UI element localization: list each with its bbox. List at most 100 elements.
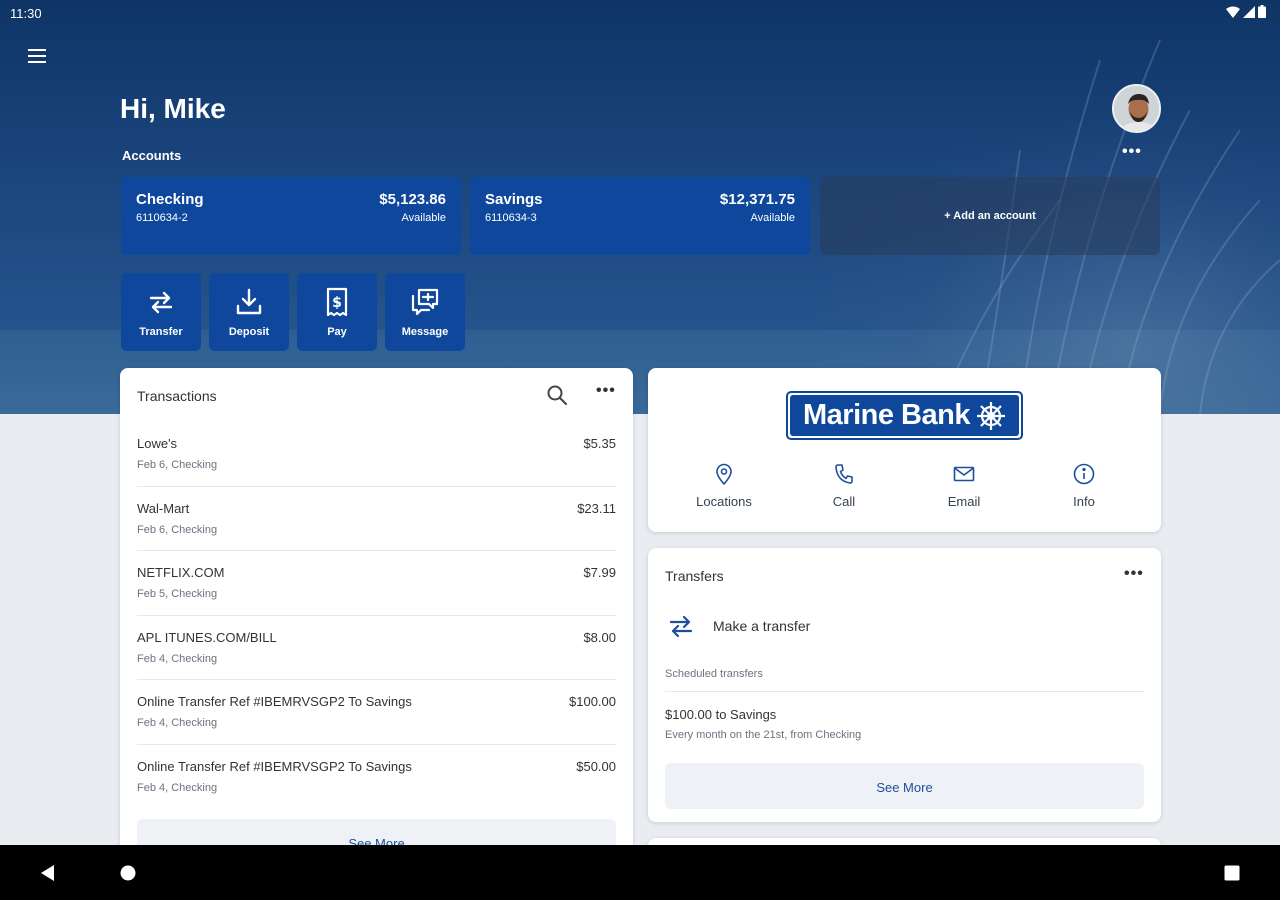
- balance-label: Available: [401, 212, 446, 224]
- pay-icon: $: [326, 287, 348, 317]
- transfers-title: Transfers: [665, 568, 724, 584]
- transaction-amount: $5.35: [583, 436, 616, 451]
- bank-logo: Marine Bank: [786, 391, 1023, 440]
- action-label: Pay: [327, 326, 347, 338]
- account-number: 6110634-3: [485, 212, 537, 224]
- transaction-row[interactable]: Lowe's Feb 6, Checking $5.35: [137, 422, 616, 487]
- message-icon: [411, 288, 439, 316]
- transactions-card: Transactions ••• Lowe's Feb 6, Checking …: [120, 368, 633, 868]
- transfer-icon: [669, 615, 693, 638]
- balance-label: Available: [750, 212, 795, 224]
- transaction-name: Online Transfer Ref #IBEMRVSGP2 To Savin…: [137, 694, 412, 709]
- location-pin-icon: [716, 463, 732, 485]
- account-card-savings[interactable]: Savings $12,371.75 6110634-3 Available: [470, 177, 810, 255]
- transaction-row[interactable]: APL ITUNES.COM/BILL Feb 4, Checking $8.0…: [137, 616, 616, 680]
- divider: [665, 691, 1144, 692]
- locations-button[interactable]: Locations: [679, 463, 769, 509]
- info-button[interactable]: Info: [1039, 463, 1129, 509]
- account-balance: $12,371.75: [719, 191, 795, 208]
- transaction-name: APL ITUNES.COM/BILL: [137, 629, 277, 645]
- ship-wheel-icon: [976, 401, 1005, 430]
- transaction-amount: $23.11: [577, 500, 616, 516]
- action-label: Transfer: [139, 326, 183, 338]
- add-account-button[interactable]: + Add an account: [820, 177, 1160, 255]
- transaction-amount: $100.00: [569, 694, 616, 709]
- status-bar: 11:30: [0, 0, 1280, 26]
- transfer-icon: [149, 291, 173, 314]
- account-number: 6110634-2: [136, 212, 188, 224]
- transaction-meta: Feb 4, Checking: [137, 717, 218, 729]
- make-transfer-label: Make a transfer: [713, 618, 811, 634]
- transaction-row[interactable]: NETFLIX.COM Feb 5, Checking $7.99: [137, 551, 616, 616]
- account-name: Savings: [485, 191, 543, 208]
- transaction-name: Lowe's: [137, 436, 178, 451]
- contact-label: Email: [947, 494, 981, 509]
- avatar[interactable]: [1112, 84, 1161, 133]
- info-icon: [1073, 463, 1095, 485]
- call-button[interactable]: Call: [799, 463, 889, 509]
- accounts-label: Accounts: [122, 148, 182, 163]
- wifi-icon: [1226, 6, 1240, 18]
- action-label: Deposit: [228, 326, 270, 338]
- home-icon: [120, 865, 136, 880]
- email-button[interactable]: Email: [919, 463, 1009, 509]
- recents-button[interactable]: [1214, 845, 1250, 900]
- transactions-more-button[interactable]: •••: [596, 382, 616, 400]
- see-more-label: See More: [876, 780, 933, 795]
- transactions-title: Transactions: [137, 388, 217, 404]
- accounts-more-button[interactable]: •••: [1122, 143, 1142, 161]
- scheduled-transfer-title[interactable]: $100.00 to Savings: [665, 707, 776, 722]
- transaction-meta: Feb 6, Checking: [137, 459, 218, 471]
- signal-icon: [1243, 5, 1255, 18]
- svg-text:$: $: [332, 295, 342, 311]
- search-icon[interactable]: [546, 384, 568, 406]
- bank-name: Marine Bank: [803, 399, 970, 431]
- account-name: Checking: [136, 191, 204, 208]
- transaction-meta: Feb 4, Checking: [137, 652, 218, 665]
- scheduled-transfer-detail: Every month on the 21st, from Checking: [665, 729, 862, 741]
- transaction-row[interactable]: Wal-Mart Feb 6, Checking $23.11: [137, 487, 616, 551]
- add-account-label: + Add an account: [944, 210, 1036, 222]
- transactions-header: Transactions •••: [120, 368, 633, 422]
- account-card-checking[interactable]: Checking $5,123.86 6110634-2 Available: [121, 177, 461, 255]
- deposit-icon: [236, 288, 262, 315]
- transfers-more-button[interactable]: •••: [1124, 565, 1144, 583]
- status-time: 11:30: [10, 6, 42, 21]
- action-label: Message: [401, 326, 449, 338]
- transfers-card: Transfers ••• Make a transfer Scheduled …: [648, 548, 1161, 822]
- transaction-row[interactable]: Online Transfer Ref #IBEMRVSGP2 To Savin…: [137, 680, 616, 745]
- transaction-name: Wal-Mart: [137, 500, 190, 516]
- message-button[interactable]: Message: [385, 273, 465, 351]
- back-button[interactable]: [30, 845, 64, 900]
- bank-card: Marine Bank Locations Call Email Info: [648, 368, 1161, 532]
- account-balance: $5,123.86: [379, 191, 446, 208]
- transaction-meta: Feb 4, Checking: [137, 781, 218, 794]
- transaction-amount: $7.99: [583, 565, 616, 580]
- battery-icon: [1258, 5, 1266, 18]
- contact-label: Call: [832, 494, 856, 509]
- menu-icon: [28, 49, 46, 51]
- transaction-amount: $8.00: [583, 629, 616, 645]
- back-icon: [41, 864, 54, 881]
- deposit-button[interactable]: Deposit: [209, 273, 289, 351]
- transaction-meta: Feb 5, Checking: [137, 588, 218, 600]
- system-icons: [1226, 5, 1266, 18]
- menu-button[interactable]: [24, 44, 50, 68]
- email-icon: [953, 466, 975, 482]
- transaction-meta: Feb 6, Checking: [137, 523, 218, 536]
- contact-label: Info: [1073, 494, 1095, 509]
- transfers-see-more-button[interactable]: See More: [665, 763, 1144, 809]
- transaction-name: Online Transfer Ref #IBEMRVSGP2 To Savin…: [137, 758, 412, 774]
- recents-icon: [1224, 865, 1240, 880]
- home-button[interactable]: [110, 845, 146, 900]
- transaction-row[interactable]: Online Transfer Ref #IBEMRVSGP2 To Savin…: [137, 745, 616, 810]
- scheduled-transfers-label: Scheduled transfers: [665, 668, 763, 680]
- transaction-amount: $50.00: [576, 758, 616, 774]
- transfer-button[interactable]: Transfer: [121, 273, 201, 351]
- phone-icon: [835, 464, 853, 484]
- contact-label: Locations: [696, 494, 752, 509]
- make-transfer-button[interactable]: Make a transfer: [665, 610, 810, 642]
- greeting: Hi, Mike: [120, 93, 226, 124]
- pay-button[interactable]: $ Pay: [297, 273, 377, 351]
- transaction-name: NETFLIX.COM: [137, 565, 225, 580]
